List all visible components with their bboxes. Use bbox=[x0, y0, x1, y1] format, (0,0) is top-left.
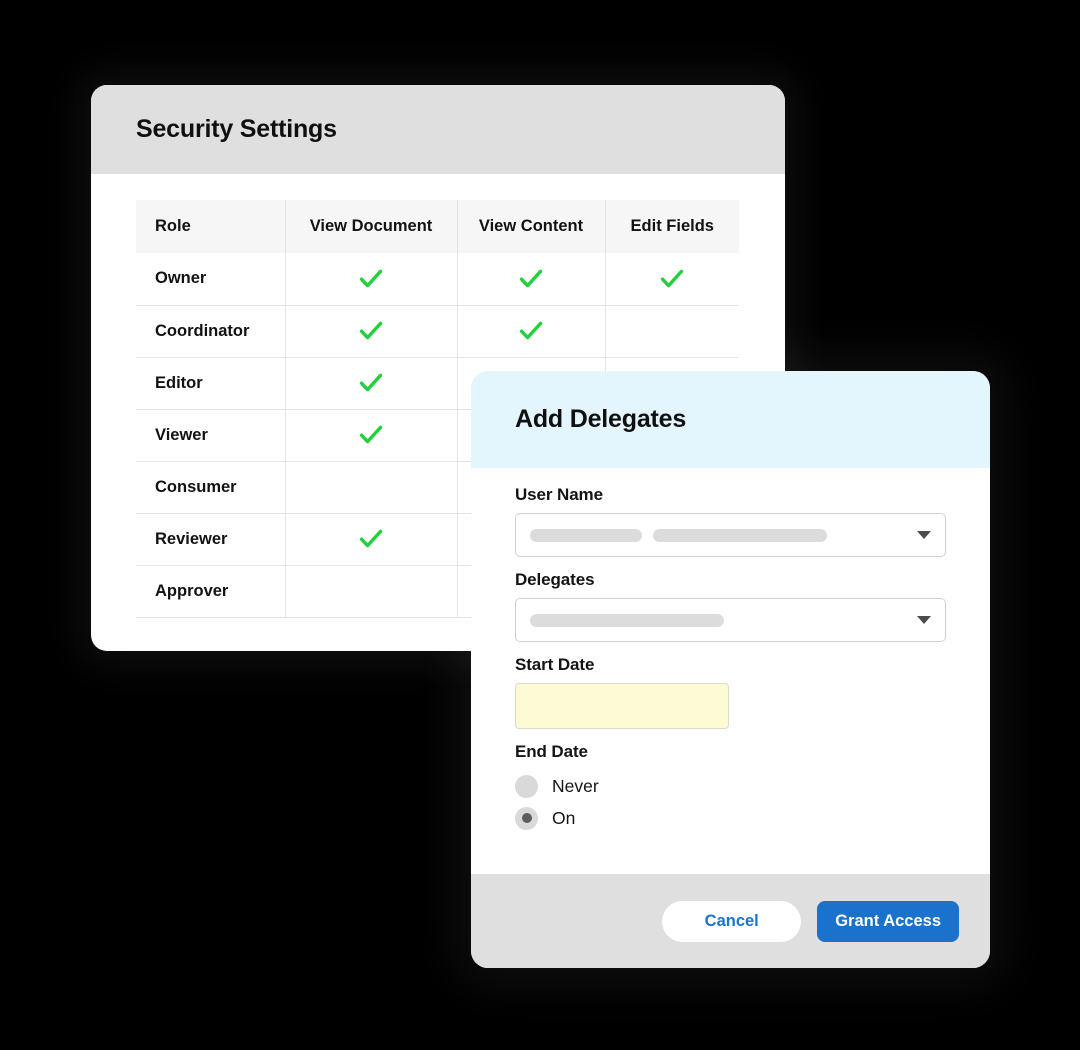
delegates-placeholder-bar bbox=[530, 613, 724, 627]
add-delegates-dialog: Add Delegates User Name Delegates Start … bbox=[471, 371, 990, 968]
check-icon bbox=[518, 266, 544, 292]
dialog-body: User Name Delegates Start Date End Date … bbox=[471, 468, 990, 874]
permission-cell-view-document[interactable] bbox=[285, 513, 458, 566]
check-icon bbox=[358, 526, 384, 552]
user-name-label: User Name bbox=[515, 485, 603, 504]
permission-cell-edit-fields[interactable] bbox=[605, 305, 739, 358]
check-icon bbox=[358, 318, 384, 344]
column-header-view-document[interactable]: View Document bbox=[285, 200, 458, 253]
radio-selected-dot bbox=[521, 813, 532, 823]
permission-cell-view-document[interactable] bbox=[285, 461, 458, 514]
dialog-header: Add Delegates bbox=[471, 371, 990, 468]
user-name-select[interactable] bbox=[515, 513, 946, 557]
dialog-title: Add Delegates bbox=[515, 405, 687, 433]
radio-never-icon[interactable] bbox=[515, 774, 538, 798]
page-title: Security Settings bbox=[136, 115, 337, 143]
role-cell: Owner bbox=[136, 253, 286, 306]
column-header-role[interactable]: Role bbox=[136, 200, 286, 253]
permission-cell-view-document[interactable] bbox=[285, 565, 458, 618]
security-settings-header: Security Settings bbox=[91, 85, 785, 174]
check-icon bbox=[659, 266, 685, 292]
permission-cell-view-document[interactable] bbox=[285, 253, 458, 306]
dialog-footer: Cancel Grant Access bbox=[471, 874, 990, 968]
check-icon bbox=[358, 266, 384, 292]
role-cell: Consumer bbox=[136, 461, 286, 514]
end-date-never-label: Never bbox=[552, 775, 599, 796]
role-cell: Editor bbox=[136, 357, 286, 410]
role-cell: Approver bbox=[136, 565, 286, 618]
permission-cell-view-content[interactable] bbox=[457, 305, 606, 358]
permission-cell-view-document[interactable] bbox=[285, 305, 458, 358]
delegates-label: Delegates bbox=[515, 570, 595, 589]
end-date-option-on[interactable]: On bbox=[515, 802, 946, 834]
chevron-down-icon bbox=[917, 616, 931, 624]
end-date-option-never[interactable]: Never bbox=[515, 770, 946, 802]
user-name-placeholder-bar-1 bbox=[530, 528, 642, 542]
table-header-row: Role View Document View Content Edit Fie… bbox=[136, 200, 739, 253]
start-date-input[interactable] bbox=[515, 683, 729, 729]
permission-cell-view-document[interactable] bbox=[285, 409, 458, 462]
grant-access-button[interactable]: Grant Access bbox=[817, 900, 959, 942]
table-header: Role View Document View Content Edit Fie… bbox=[136, 200, 739, 253]
permission-cell-view-document[interactable] bbox=[285, 357, 458, 410]
screenshot-stage: Security Settings Role View Document Vie… bbox=[0, 0, 1080, 1050]
role-cell: Reviewer bbox=[136, 513, 286, 566]
permission-cell-edit-fields[interactable] bbox=[605, 253, 739, 306]
user-name-placeholder-bar-2 bbox=[653, 528, 827, 542]
check-icon bbox=[358, 422, 384, 448]
table-row: Coordinator bbox=[136, 305, 739, 358]
role-cell: Coordinator bbox=[136, 305, 286, 358]
table-row: Owner bbox=[136, 253, 739, 306]
permission-cell-view-content[interactable] bbox=[457, 253, 606, 306]
role-cell: Viewer bbox=[136, 409, 286, 462]
start-date-label: Start Date bbox=[515, 655, 595, 674]
end-date-on-label: On bbox=[552, 807, 576, 828]
column-header-view-content[interactable]: View Content bbox=[457, 200, 606, 253]
chevron-down-icon bbox=[917, 531, 931, 539]
delegates-select[interactable] bbox=[515, 598, 946, 642]
radio-on-icon-selected[interactable] bbox=[515, 806, 538, 830]
check-icon bbox=[358, 370, 384, 396]
cancel-button[interactable]: Cancel bbox=[662, 900, 802, 942]
check-icon bbox=[518, 318, 544, 344]
end-date-label: End Date bbox=[515, 742, 588, 761]
column-header-edit-fields[interactable]: Edit Fields bbox=[605, 200, 739, 253]
